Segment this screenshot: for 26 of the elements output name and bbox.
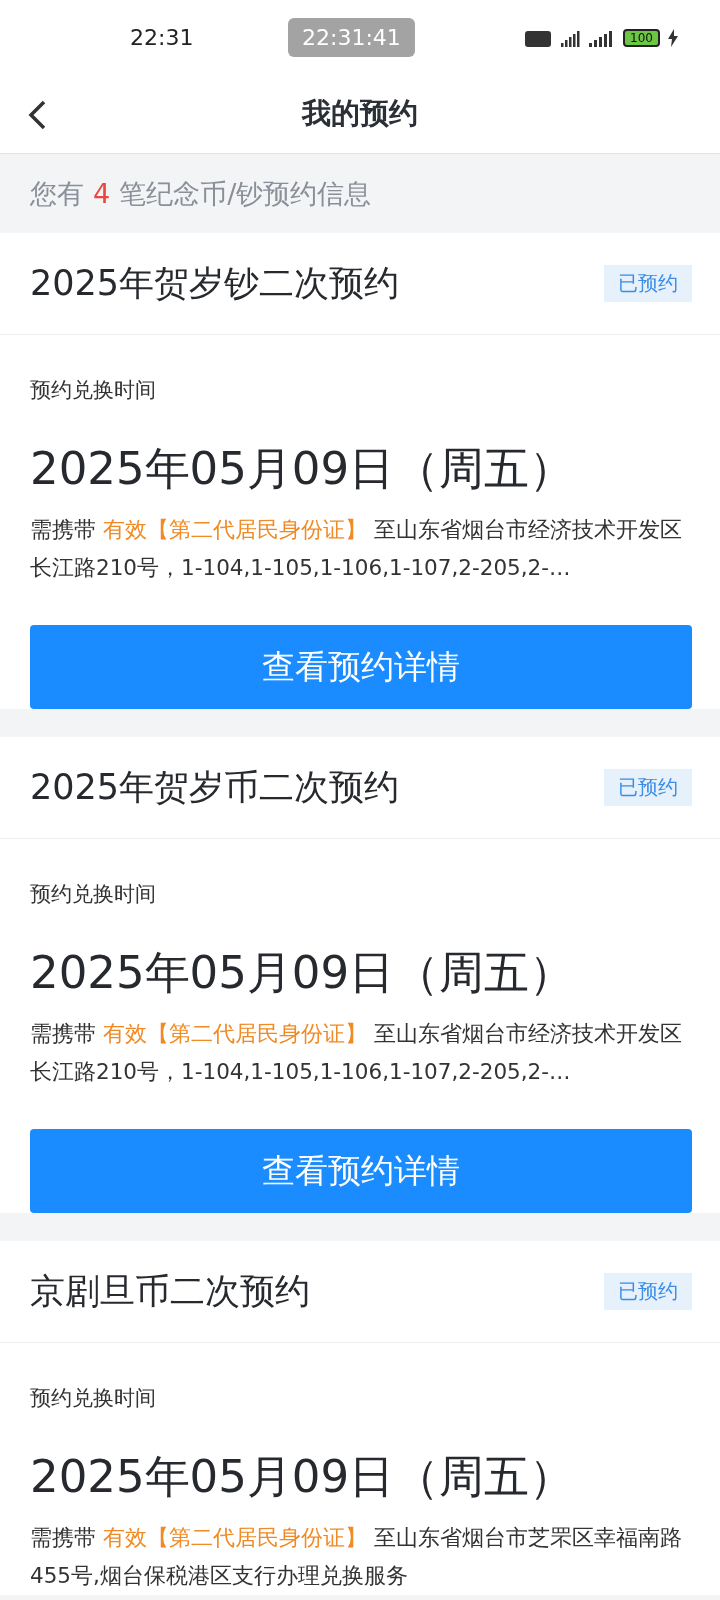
time-label: 预约兑换时间 xyxy=(30,881,157,908)
reservation-description: 需携带 有效【第二代居民身份证】 至山东省烟台市经济技术开发区长江路210号，1-104,1-105,1-106,1-107,2-205,2-… xyxy=(30,516,683,582)
reservation-description: 需携带 有效【第二代居民身份证】 至山东省烟台市芝罘区幸福南路455号,烟台保税港区支行办理兑换服务 xyxy=(30,1524,683,1590)
notice-text: 您有 xyxy=(30,176,84,211)
back-icon[interactable] xyxy=(26,99,48,131)
page-title: 我的预约 xyxy=(302,95,418,132)
exchange-date: 2025年05月09日（周五） xyxy=(30,441,576,497)
charging-icon xyxy=(668,28,678,47)
reservation-count: 4 xyxy=(93,178,111,209)
time-label: 预约兑换时间 xyxy=(30,1385,157,1412)
reservation-description: 需携带 有效【第二代居民身份证】 至山东省烟台市经济技术开发区长江路210号，1-104,1-105,1-106,1-107,2-205,2-… xyxy=(30,1020,683,1086)
reservation-title: 京剧旦币二次预约 xyxy=(30,1270,310,1313)
exchange-date: 2025年05月09日（周五） xyxy=(30,1449,576,1505)
battery-icon: 100 xyxy=(623,28,660,47)
clock-overlay: 22:31:41 xyxy=(288,18,415,57)
exchange-date: 2025年05月09日（周五） xyxy=(30,945,576,1001)
time-label: 预约兑换时间 xyxy=(30,377,157,404)
reservation-title: 2025年贺岁钞二次预约 xyxy=(30,262,400,305)
notice-text: 笔纪念币/钞预约信息 xyxy=(119,176,372,211)
status-time: 22:31 xyxy=(130,25,192,50)
reservation-title: 2025年贺岁币二次预约 xyxy=(30,766,400,809)
status-tag: 已预约 xyxy=(604,769,692,806)
view-details-button[interactable]: 查看预约详情 xyxy=(30,1129,692,1213)
status-tag: 已预约 xyxy=(604,265,692,302)
view-details-button[interactable]: 查看预约详情 xyxy=(30,625,692,709)
status-tag: 已预约 xyxy=(604,1273,692,1310)
